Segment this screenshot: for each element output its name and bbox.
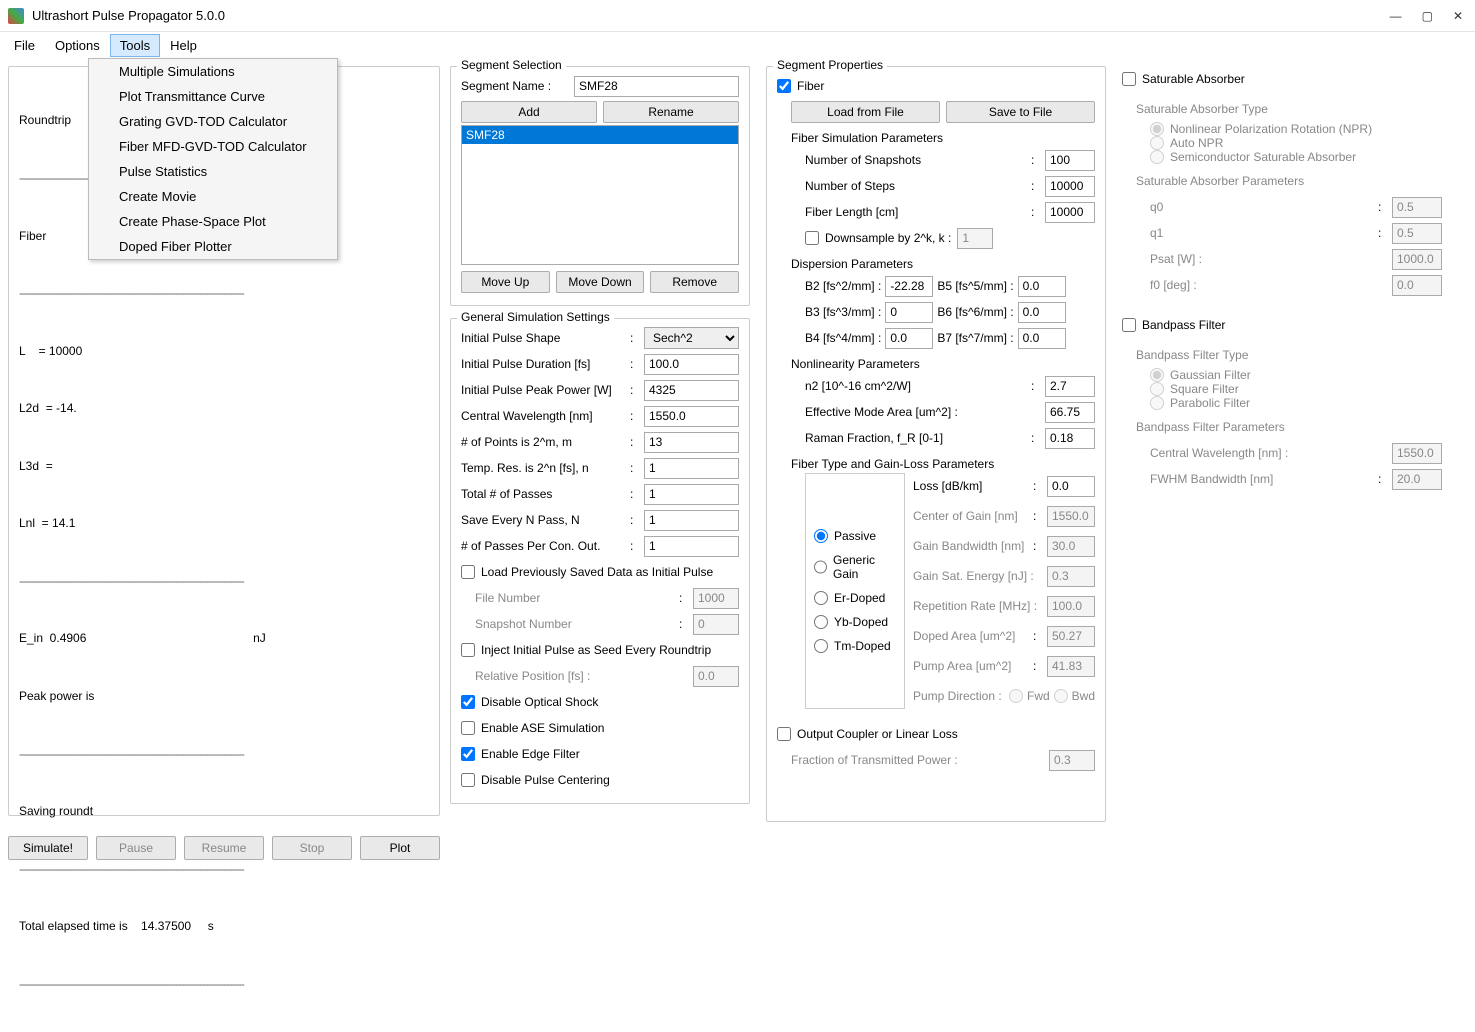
wavelength-input[interactable] [644, 406, 739, 427]
app-icon [8, 8, 24, 24]
moveup-button[interactable]: Move Up [461, 271, 550, 293]
oc-checkbox[interactable] [777, 727, 791, 741]
remove-button[interactable]: Remove [650, 271, 739, 293]
dd-create-movie[interactable]: Create Movie [89, 184, 337, 209]
segment-name-input[interactable] [574, 76, 739, 97]
bp-checkbox[interactable] [1122, 318, 1136, 332]
minimize-icon[interactable]: — [1390, 9, 1402, 23]
sa-checkbox[interactable] [1122, 72, 1136, 86]
b3-input[interactable] [885, 302, 933, 323]
loss-input[interactable] [1047, 476, 1095, 497]
duration-input[interactable] [644, 354, 739, 375]
enable-ase-checkbox[interactable] [461, 721, 475, 735]
pa-input [1047, 656, 1095, 677]
ft-er-radio[interactable] [814, 591, 828, 605]
movedown-button[interactable]: Move Down [556, 271, 645, 293]
window-titlebar: Ultrashort Pulse Propagator 5.0.0 — ▢ ✕ [0, 0, 1475, 32]
fwd-radio [1009, 689, 1023, 703]
sa-opt1-radio [1150, 136, 1164, 150]
bp-fwhm-input [1392, 469, 1442, 490]
rename-button[interactable]: Rename [603, 101, 739, 123]
enable-edge-checkbox[interactable] [461, 747, 475, 761]
dd-plot-transmittance[interactable]: Plot Transmittance Curve [89, 84, 337, 109]
n2-input[interactable] [1045, 376, 1095, 397]
sa-opt2-radio [1150, 150, 1164, 164]
passes-input[interactable] [644, 484, 739, 505]
dd-fiber-mfd-calc[interactable]: Fiber MFD-GVD-TOD Calculator [89, 134, 337, 159]
steps-input[interactable] [1045, 176, 1095, 197]
ftp-input [1049, 750, 1095, 771]
maximize-icon[interactable]: ▢ [1422, 9, 1433, 23]
points-input[interactable] [644, 432, 739, 453]
snaps-input[interactable] [1045, 150, 1095, 171]
ft-generic-radio[interactable] [814, 560, 827, 574]
ema-input[interactable] [1045, 402, 1095, 423]
q0-input [1392, 197, 1442, 218]
window-title: Ultrashort Pulse Propagator 5.0.0 [32, 8, 225, 23]
menu-tools[interactable]: Tools [110, 34, 160, 57]
bwd-radio [1054, 689, 1068, 703]
raman-input[interactable] [1045, 428, 1095, 449]
list-item[interactable]: SMF28 [462, 126, 738, 144]
sa-opt0-radio [1150, 122, 1164, 136]
passescon-input[interactable] [644, 536, 739, 557]
menu-help[interactable]: Help [160, 34, 207, 57]
flen-input[interactable] [1045, 202, 1095, 223]
b7-input[interactable] [1018, 328, 1066, 349]
inject-checkbox[interactable] [461, 643, 475, 657]
b4-input[interactable] [885, 328, 933, 349]
save-file-button[interactable]: Save to File [946, 101, 1095, 123]
dd-grating-calc[interactable]: Grating GVD-TOD Calculator [89, 109, 337, 134]
ft-passive-radio[interactable] [814, 529, 828, 543]
bp-opt0-radio [1150, 368, 1164, 382]
bp-cw-input [1392, 443, 1442, 464]
dd-doped-fiber-plotter[interactable]: Doped Fiber Plotter [89, 234, 337, 259]
dd-phase-space[interactable]: Create Phase-Space Plot [89, 209, 337, 234]
gbw-input [1047, 536, 1095, 557]
segment-properties: Segment Properties Fiber Load from File … [766, 66, 1106, 822]
add-button[interactable]: Add [461, 101, 597, 123]
downsample-input [957, 228, 993, 249]
gse-input [1047, 566, 1095, 587]
tempres-input[interactable] [644, 458, 739, 479]
q1-input [1392, 223, 1442, 244]
snapnum-input [693, 614, 739, 635]
pulse-shape-select[interactable]: Sech^2 [644, 327, 739, 349]
da-input [1047, 626, 1095, 647]
saven-input[interactable] [644, 510, 739, 531]
dd-multiple-sim[interactable]: Multiple Simulations [89, 59, 337, 84]
b5-input[interactable] [1018, 276, 1066, 297]
dd-pulse-stats[interactable]: Pulse Statistics [89, 159, 337, 184]
segment-listbox[interactable]: SMF28 [461, 125, 739, 265]
load-file-button[interactable]: Load from File [791, 101, 940, 123]
tools-dropdown: Multiple Simulations Plot Transmittance … [88, 58, 338, 260]
ft-tm-radio[interactable] [814, 639, 828, 653]
general-settings: General Simulation Settings Initial Puls… [450, 318, 750, 804]
close-icon[interactable]: ✕ [1453, 9, 1463, 23]
power-input[interactable] [644, 380, 739, 401]
b2-input[interactable] [885, 276, 933, 297]
rr-input [1047, 596, 1095, 617]
menubar: File Options Tools Help [0, 32, 1475, 58]
f0-input [1392, 275, 1442, 296]
downsample-checkbox[interactable] [805, 231, 819, 245]
bp-opt2-radio [1150, 396, 1164, 410]
segment-selection: Segment Selection Segment Name : Add Ren… [450, 66, 750, 306]
bp-opt1-radio [1150, 382, 1164, 396]
b6-input[interactable] [1018, 302, 1066, 323]
ft-yb-radio[interactable] [814, 615, 828, 629]
cog-input [1047, 506, 1095, 527]
disable-shock-checkbox[interactable] [461, 695, 475, 709]
filenum-input [693, 588, 739, 609]
log-elapsed: Total elapsed time is 14.37500 s [19, 917, 429, 936]
fiber-checkbox[interactable] [777, 79, 791, 93]
loadprev-checkbox[interactable] [461, 565, 475, 579]
menu-file[interactable]: File [4, 34, 45, 57]
menu-options[interactable]: Options [45, 34, 110, 57]
relpos-input [693, 666, 739, 687]
disable-center-checkbox[interactable] [461, 773, 475, 787]
psat-input [1392, 249, 1442, 270]
